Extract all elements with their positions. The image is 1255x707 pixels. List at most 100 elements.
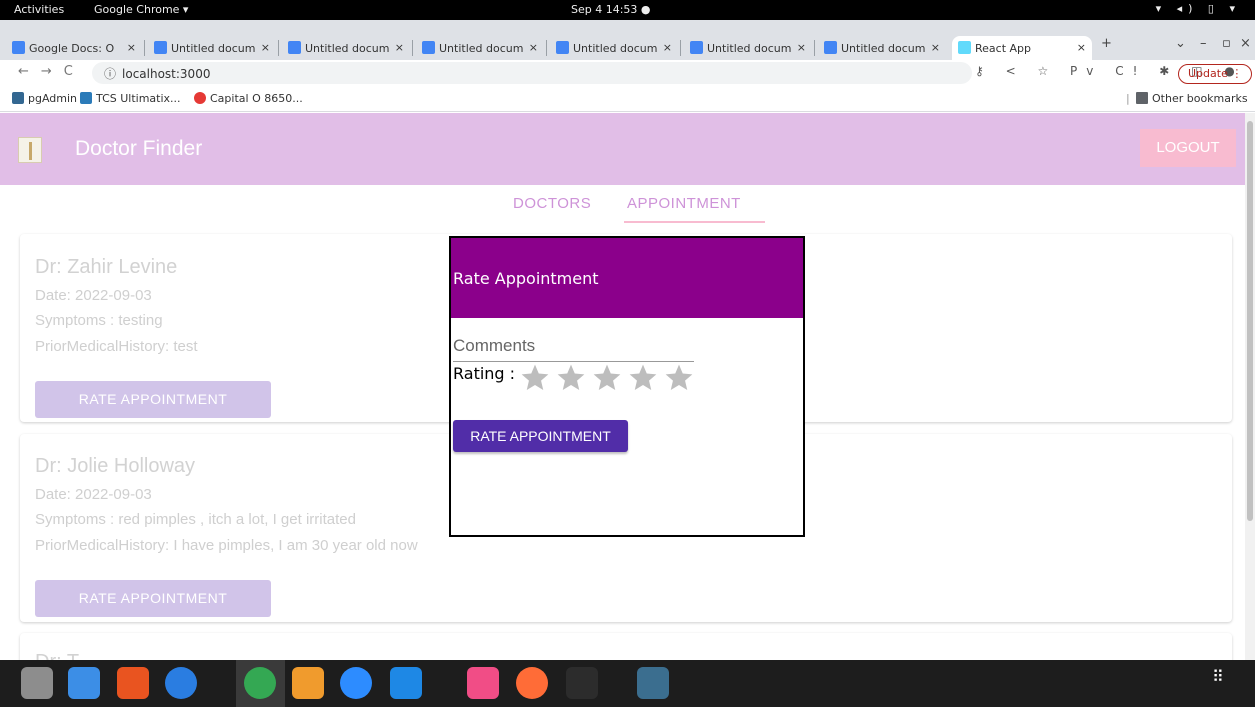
- app-menu[interactable]: Google Chrome ▾: [94, 3, 188, 16]
- rate-appointment-button[interactable]: RATE APPOINTMENT: [35, 381, 271, 418]
- active-tab-indicator: [624, 221, 765, 223]
- files-icon[interactable]: [21, 667, 53, 699]
- dialog-title: Rate Appointment: [453, 269, 599, 288]
- browser-tab[interactable]: Untitled docum ×: [416, 36, 544, 60]
- star-icon[interactable]: [554, 362, 588, 394]
- rate-appointment-button[interactable]: RATE APPOINTMENT: [35, 580, 271, 617]
- close-tab-icon[interactable]: ×: [529, 41, 538, 54]
- browser-tab[interactable]: Google Docs: O ×: [6, 36, 142, 60]
- tab-label: Untitled docum: [707, 42, 792, 55]
- bookmark-pgadmin[interactable]: pgAdmin 4: [12, 92, 88, 105]
- zoom-icon[interactable]: [340, 667, 372, 699]
- symptoms: Symptoms : red pimples , itch a lot, I g…: [35, 511, 356, 528]
- show-applications-icon[interactable]: ⠿: [1212, 669, 1226, 685]
- docs-icon: [824, 41, 837, 54]
- google-icon: [12, 41, 25, 54]
- docs-icon: [690, 41, 703, 54]
- logout-button[interactable]: LOGOUT: [1140, 129, 1236, 167]
- system-status-icons[interactable]: ▾ ◂) ▯ ▾: [1156, 2, 1241, 15]
- tcs-icon: [80, 92, 92, 104]
- capital-o-icon: [194, 92, 206, 104]
- terminal-icon[interactable]: [566, 667, 598, 699]
- clock[interactable]: Sep 4 14:53 ●: [571, 3, 651, 16]
- prior-medical-history: PriorMedicalHistory: I have pimples, I a…: [35, 537, 418, 554]
- comments-input[interactable]: Comments: [453, 336, 694, 362]
- bookmark-separator: |: [1126, 92, 1130, 105]
- symptoms: Symptoms : testing: [35, 312, 163, 329]
- ubuntu-dock: ⠿: [0, 660, 1255, 707]
- close-tab-icon[interactable]: ×: [261, 41, 270, 54]
- star-rating: [518, 362, 698, 398]
- rating-label: Rating :: [453, 364, 516, 383]
- appointment-date: Date: 2022-09-03: [35, 486, 152, 503]
- activities-button[interactable]: Activities: [14, 3, 64, 16]
- chrome-icon[interactable]: [244, 667, 276, 699]
- tab-doctors[interactable]: DOCTORS: [513, 195, 591, 212]
- close-window-icon[interactable]: ×: [1240, 36, 1251, 51]
- star-icon[interactable]: [662, 362, 696, 394]
- caduceus-logo-icon: [18, 137, 42, 163]
- scrollbar-thumb[interactable]: [1247, 121, 1253, 521]
- intellij-icon[interactable]: [467, 667, 499, 699]
- update-button[interactable]: Update ⋮: [1178, 64, 1253, 84]
- mysql-workbench-icon[interactable]: [637, 667, 669, 699]
- appointment-date: Date: 2022-09-03: [35, 287, 152, 304]
- browser-tab[interactable]: Untitled docum ×: [282, 36, 410, 60]
- bookmark-tcs[interactable]: TCS Ultimatix...: [80, 92, 181, 105]
- tab-separator: [278, 40, 279, 56]
- star-icon[interactable]: [590, 362, 624, 394]
- software-store-icon[interactable]: [117, 667, 149, 699]
- browser-tab[interactable]: Untitled docum ×: [818, 36, 946, 60]
- vscode-icon[interactable]: [390, 667, 422, 699]
- tab-label: Untitled docum: [305, 42, 390, 55]
- close-tab-icon[interactable]: ×: [395, 41, 404, 54]
- system-top-bar: Activities Google Chrome ▾ Sep 4 14:53 ●…: [0, 0, 1255, 20]
- sublime-text-icon[interactable]: [292, 667, 324, 699]
- minimize-icon[interactable]: –: [1200, 36, 1207, 51]
- info-icon[interactable]: ⓘ: [104, 67, 116, 81]
- tab-label: React App: [975, 42, 1032, 55]
- doctor-name: Dr: Zahir Levine: [35, 256, 178, 278]
- nav-buttons[interactable]: ←→C: [18, 64, 85, 79]
- page-scrollbar[interactable]: [1245, 113, 1255, 660]
- tab-label: Google Docs: O: [29, 42, 115, 55]
- browser-tab[interactable]: Untitled docum ×: [684, 36, 812, 60]
- close-tab-icon[interactable]: ×: [1077, 41, 1086, 54]
- other-bookmarks[interactable]: Other bookmarks: [1136, 92, 1248, 105]
- close-tab-icon[interactable]: ×: [797, 41, 806, 54]
- close-tab-icon[interactable]: ×: [931, 41, 940, 54]
- star-icon[interactable]: [626, 362, 660, 394]
- doctor-name: Dr: Jolie Holloway: [35, 455, 196, 477]
- tab-appointment[interactable]: APPOINTMENT: [627, 195, 741, 212]
- new-tab-button[interactable]: +: [1101, 36, 1112, 51]
- tab-search-icon[interactable]: ⌄: [1175, 36, 1186, 51]
- browser-tab[interactable]: React App ×: [952, 36, 1092, 60]
- browser-tab[interactable]: Untitled docum ×: [148, 36, 276, 60]
- nav-tabs: DOCTORS APPOINTMENT: [0, 185, 1245, 225]
- app-title: Doctor Finder: [75, 137, 203, 160]
- tab-separator: [144, 40, 145, 56]
- tab-separator: [546, 40, 547, 56]
- close-tab-icon[interactable]: ×: [127, 41, 136, 54]
- postman-icon[interactable]: [516, 667, 548, 699]
- pgadmin-icon: [12, 92, 24, 104]
- docs-icon: [422, 41, 435, 54]
- react-app: Doctor Finder LOGOUT DOCTORS APPOINTMENT…: [0, 113, 1245, 660]
- url-input[interactable]: ⓘ localhost:3000: [92, 62, 972, 84]
- tab-separator: [814, 40, 815, 56]
- docs-icon: [154, 41, 167, 54]
- tab-label: Untitled docum: [171, 42, 256, 55]
- tab-label: Untitled docum: [439, 42, 524, 55]
- browser-tab[interactable]: Untitled docum ×: [550, 36, 678, 60]
- help-icon[interactable]: [165, 667, 197, 699]
- text-editor-icon[interactable]: [68, 667, 100, 699]
- bookmark-capital-o[interactable]: Capital O 8650...: [194, 92, 303, 105]
- restore-icon[interactable]: ▫: [1222, 36, 1231, 51]
- tab-label: Untitled docum: [573, 42, 658, 55]
- tab-label: Untitled docum: [841, 42, 926, 55]
- bookmarks-bar: pgAdmin 4 TCS Ultimatix... Capital O 865…: [0, 86, 1255, 112]
- tab-separator: [680, 40, 681, 56]
- submit-rating-button[interactable]: RATE APPOINTMENT: [453, 420, 628, 452]
- close-tab-icon[interactable]: ×: [663, 41, 672, 54]
- star-icon[interactable]: [518, 362, 552, 394]
